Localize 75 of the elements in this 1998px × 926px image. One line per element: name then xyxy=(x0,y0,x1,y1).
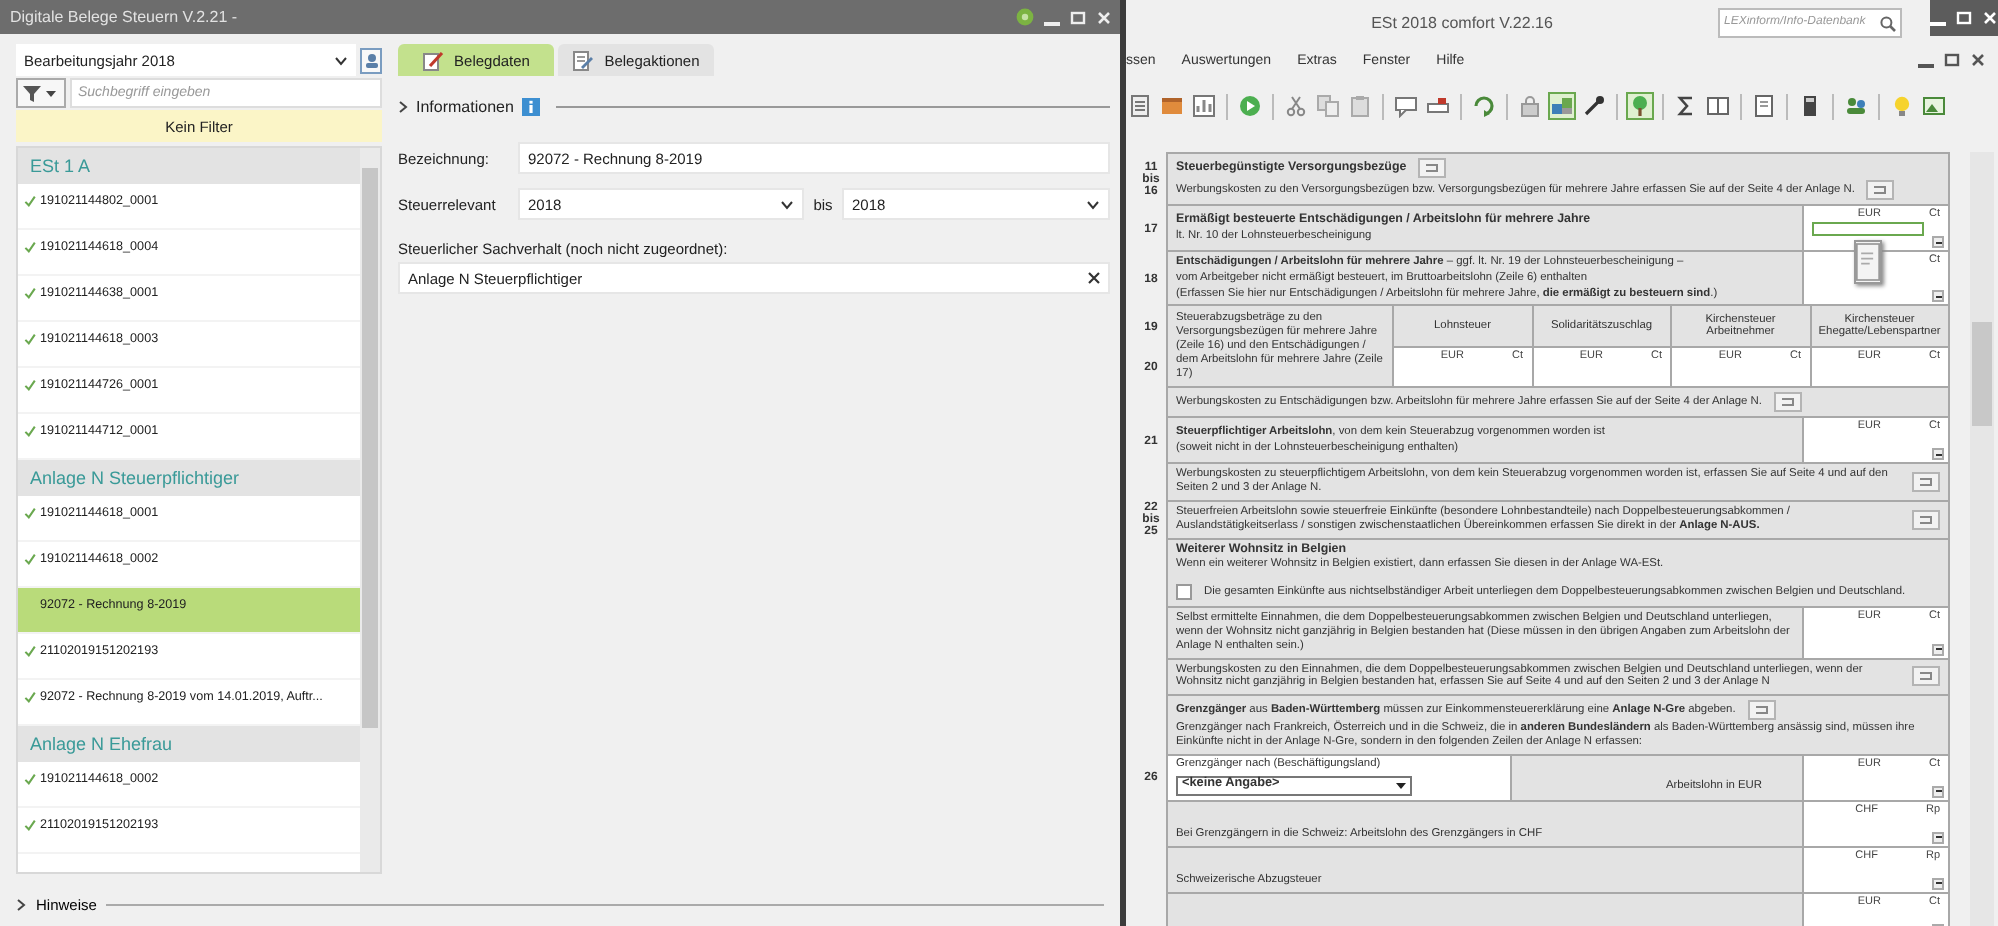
sum-icon xyxy=(1674,94,1698,118)
toolbar-button[interactable] xyxy=(1704,92,1732,120)
chevron-right-icon[interactable] xyxy=(16,897,26,911)
group-header: Anlage N Steuerpflichtiger xyxy=(18,460,360,496)
scrollbar[interactable] xyxy=(1970,152,1994,926)
copy-icon xyxy=(1316,94,1340,118)
close-button[interactable] xyxy=(1970,52,1986,68)
group-header: ESt 1 A xyxy=(18,148,360,184)
jump-button[interactable] xyxy=(1747,700,1776,721)
pencil-icon xyxy=(422,49,445,71)
scissors-icon xyxy=(1284,94,1308,118)
play-icon xyxy=(1238,94,1262,118)
wrench-icon xyxy=(1582,94,1606,118)
contact-button[interactable] xyxy=(360,47,382,73)
speech-bubble-icon xyxy=(1394,94,1418,118)
minimize-icon xyxy=(1044,21,1060,25)
blocks-icon xyxy=(1550,94,1574,118)
bulb-icon xyxy=(1890,94,1914,118)
minus-button[interactable] xyxy=(1932,643,1944,656)
caret-icon xyxy=(1396,781,1406,790)
minus-button[interactable] xyxy=(1932,877,1944,890)
search-icon xyxy=(1880,15,1896,31)
tray-icon xyxy=(1426,94,1450,118)
close-icon xyxy=(1970,52,1986,68)
chevron-down-icon xyxy=(780,199,794,209)
chevron-right-icon[interactable] xyxy=(398,99,408,113)
people-icon xyxy=(1844,94,1868,118)
scrollbar-thumb[interactable] xyxy=(1972,322,1992,426)
funnel-icon xyxy=(22,83,42,103)
jump-button[interactable] xyxy=(1866,180,1895,200)
maximize-icon xyxy=(1956,10,1972,26)
maximize-icon xyxy=(1070,9,1086,25)
clipboard-icon xyxy=(1348,94,1372,118)
minus-button[interactable] xyxy=(1932,448,1944,461)
box-icon xyxy=(1160,94,1184,118)
caret-icon xyxy=(46,89,56,97)
jump-button[interactable] xyxy=(1912,666,1940,687)
close-icon xyxy=(1982,10,1998,26)
toolbar-button[interactable] xyxy=(1750,92,1778,120)
jump-button[interactable] xyxy=(1418,158,1447,178)
window-title: Digitale Belege Steuern V.2.21 - xyxy=(10,8,240,26)
refresh-icon xyxy=(1472,94,1496,118)
minus-button[interactable] xyxy=(1932,236,1944,248)
window-title: ESt 2018 comfort V.22.16 xyxy=(1369,13,1555,31)
info-icon xyxy=(521,97,540,115)
filter-button[interactable] xyxy=(16,78,66,108)
tree-icon xyxy=(1628,94,1652,118)
minimize-icon xyxy=(1918,64,1934,68)
toolbar-button[interactable] xyxy=(1580,92,1608,120)
close-icon xyxy=(1096,9,1112,25)
chevron-down-icon xyxy=(334,55,348,65)
scrollbar[interactable] xyxy=(360,148,380,872)
section-title[interactable]: Informationen xyxy=(416,97,514,115)
help-icon[interactable] xyxy=(1016,8,1034,26)
scrollbar-thumb[interactable] xyxy=(362,168,378,728)
chevron-down-icon xyxy=(1086,199,1100,209)
chart-icon xyxy=(1192,94,1216,118)
jump-button[interactable] xyxy=(1912,472,1940,493)
maximize-icon xyxy=(1944,52,1960,68)
maximize-button[interactable] xyxy=(1944,52,1960,68)
calculator-icon xyxy=(1798,94,1822,118)
image-icon xyxy=(1922,94,1946,118)
minimize-icon xyxy=(1930,22,1946,26)
lock-icon xyxy=(1518,94,1542,118)
document-edit-icon xyxy=(572,49,595,71)
clear-icon[interactable] xyxy=(1088,272,1100,284)
minus-button[interactable] xyxy=(1932,831,1944,844)
columns-icon xyxy=(1706,94,1730,118)
group-header: Anlage N Ehefrau xyxy=(18,726,360,762)
checkbox[interactable] xyxy=(1176,584,1192,601)
jump-button[interactable] xyxy=(1773,392,1802,413)
page-icon xyxy=(1752,94,1776,118)
minus-button[interactable] xyxy=(1932,785,1944,798)
jump-button[interactable] xyxy=(1912,509,1940,530)
contact-icon xyxy=(363,52,379,68)
